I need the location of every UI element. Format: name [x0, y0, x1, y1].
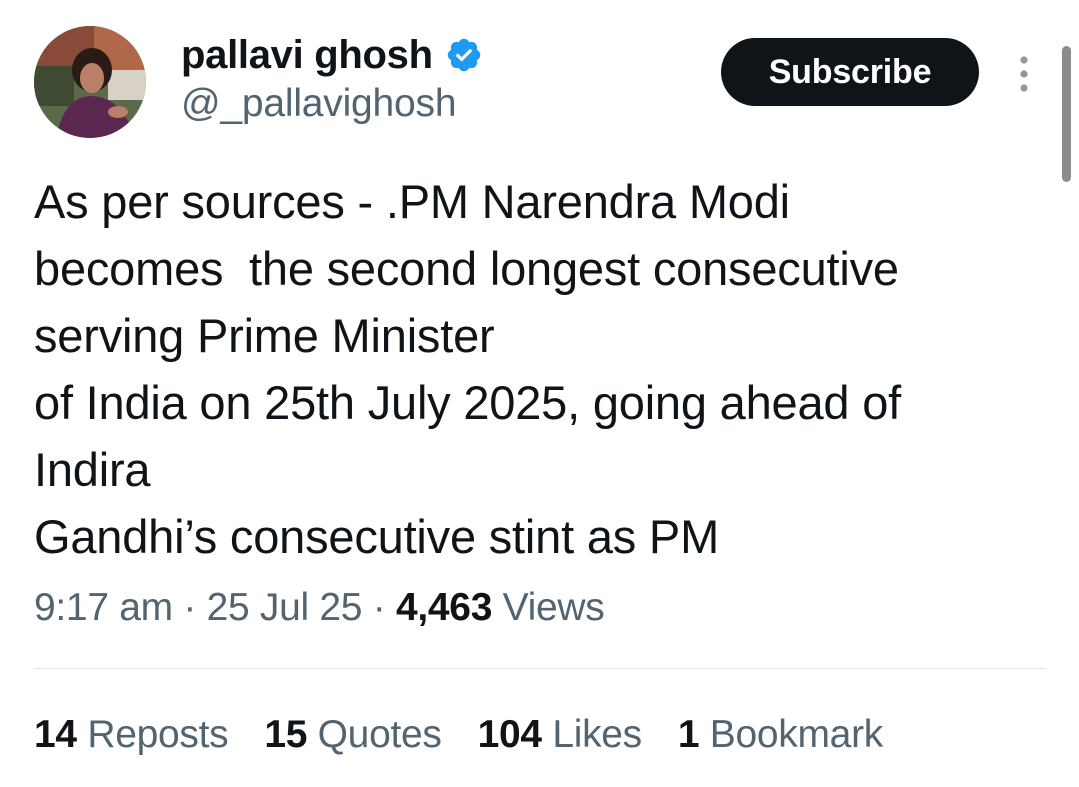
scrollbar-thumb[interactable]	[1062, 46, 1071, 182]
likes-count: 104	[477, 713, 542, 756]
meta-separator: ·	[372, 586, 386, 629]
reposts-stat[interactable]: 14 Reposts	[34, 713, 229, 757]
quotes-count: 15	[264, 713, 308, 756]
tweet-text-line: As per sources - .PM Narendra Modi	[34, 175, 790, 228]
subscribe-button[interactable]: Subscribe	[721, 38, 979, 106]
tweet-date[interactable]: 25 Jul 25	[207, 586, 363, 629]
tweet-text-line: Gandhi’s consecutive stint as PM	[34, 510, 720, 563]
divider	[34, 668, 1046, 669]
tweet-text-line: Indira	[34, 443, 151, 496]
author-name-row: pallavi ghosh	[181, 32, 483, 78]
verified-badge-icon[interactable]	[445, 36, 483, 74]
likes-stat[interactable]: 104 Likes	[477, 713, 643, 757]
tweet-meta: 9:17 am · 25 Jul 25 · 4,463 Views	[34, 586, 605, 630]
views-count: 4,463	[395, 586, 493, 629]
author-handle[interactable]: @_pallavighosh	[181, 82, 457, 126]
engagement-stats: 14 Reposts 15 Quotes 104 Likes 1 Bookmar…	[34, 713, 919, 757]
quotes-label: Quotes	[317, 713, 442, 756]
meta-separator: ·	[183, 586, 197, 629]
tweet-text: As per sources - .PM Narendra Modi becom…	[34, 168, 1044, 570]
bookmarks-label: Bookmark	[709, 713, 883, 756]
author-avatar[interactable]	[34, 26, 146, 138]
views-label: Views	[502, 586, 605, 629]
author-display-name[interactable]: pallavi ghosh	[181, 33, 433, 78]
likes-label: Likes	[552, 713, 642, 756]
reposts-count: 14	[34, 713, 77, 756]
tweet-time[interactable]: 9:17 am	[34, 586, 173, 629]
tweet-text-line: becomes the second longest consecutive	[34, 242, 899, 295]
avatar-image	[34, 26, 146, 138]
bookmarks-count: 1	[677, 713, 700, 756]
more-vertical-icon[interactable]	[1012, 54, 1036, 94]
tweet-text-line: of India on 25th July 2025, going ahead …	[34, 376, 902, 429]
tweet-text-line: serving Prime Minister	[34, 309, 495, 362]
quotes-stat[interactable]: 15 Quotes	[264, 713, 442, 757]
bookmarks-stat[interactable]: 1 Bookmark	[678, 713, 883, 757]
reposts-label: Reposts	[87, 713, 229, 756]
